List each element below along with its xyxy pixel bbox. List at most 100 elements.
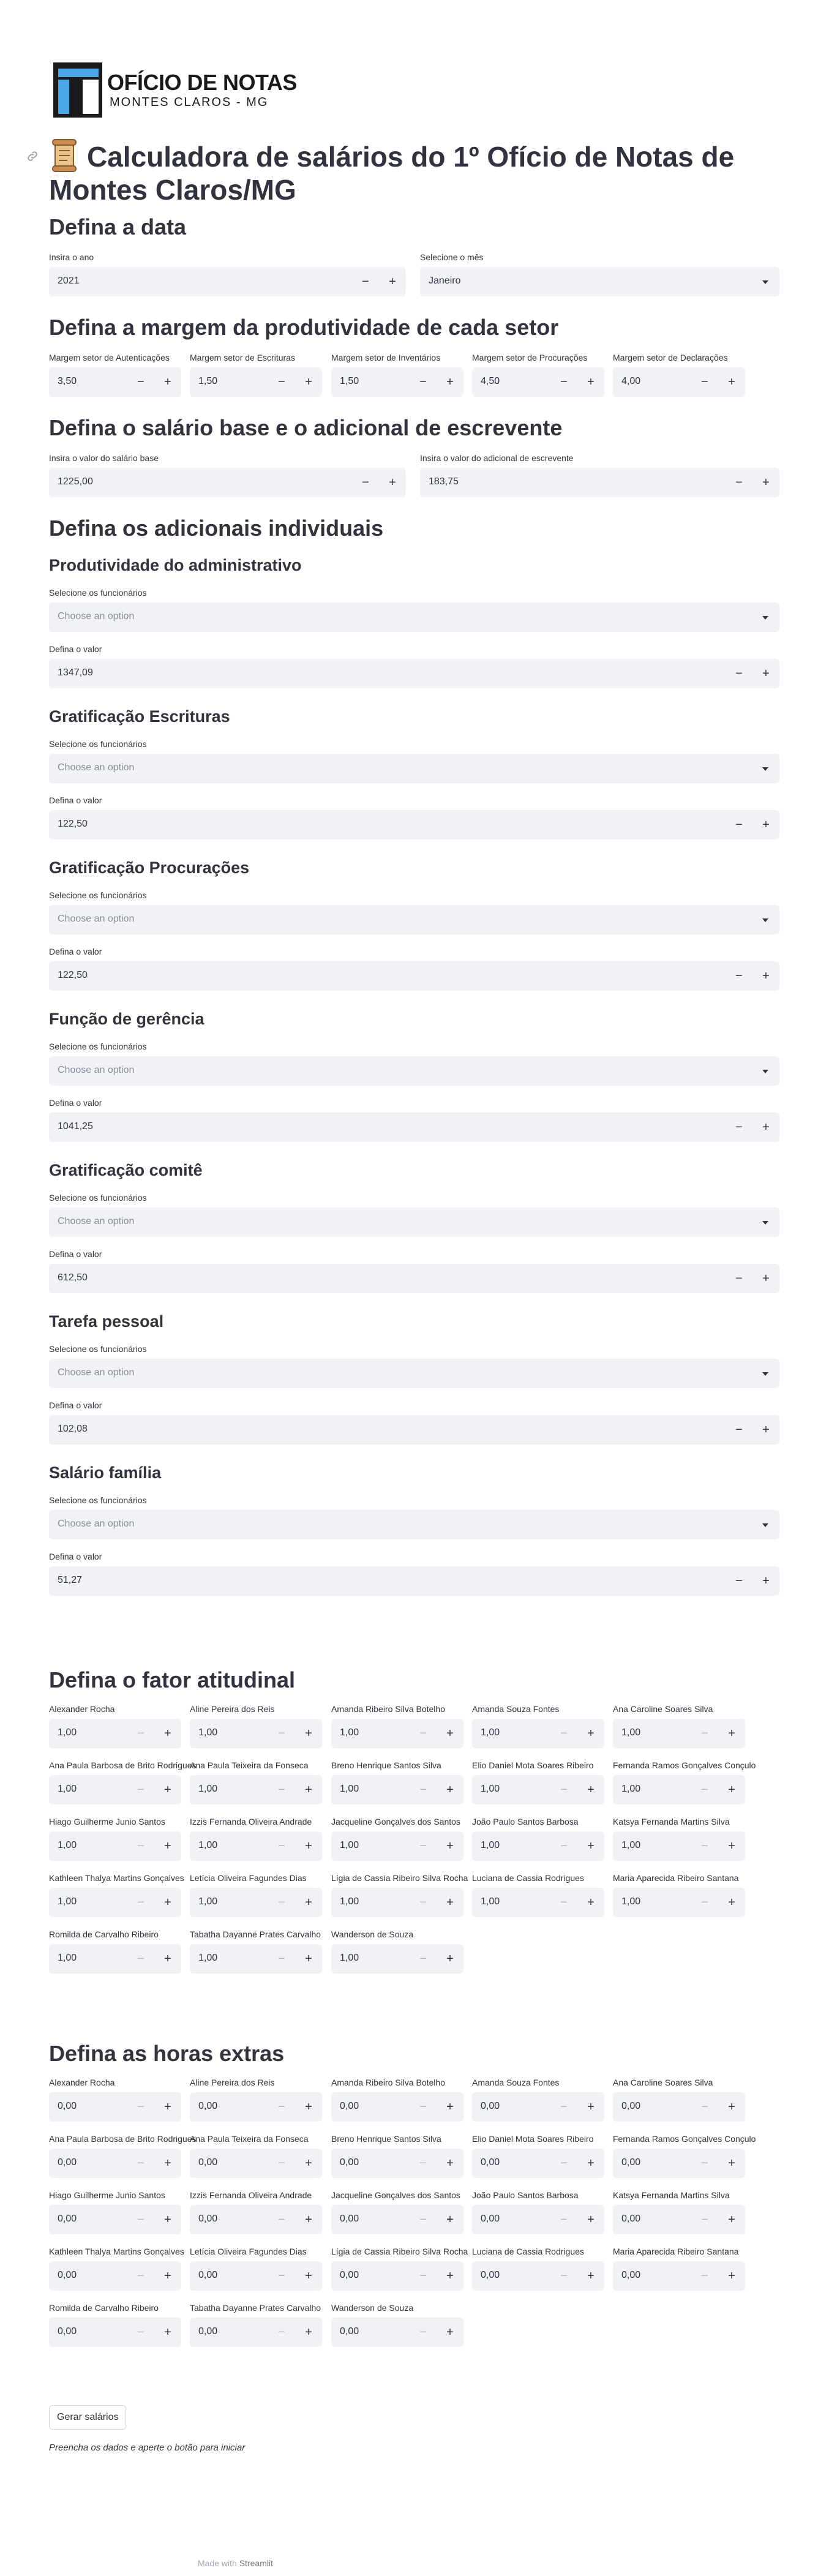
group-value-input[interactable]: 1347,09 − + [49,659,779,688]
overtime-input[interactable]: 0,00 − + [49,2261,181,2291]
overtime-input-increment-button[interactable]: + [577,2149,604,2178]
group-value-input-decrement-button[interactable]: − [726,1566,752,1596]
group-value-input[interactable]: 51,27 − + [49,1566,779,1596]
margin-input-increment-button[interactable]: + [718,367,745,397]
group-value-input-decrement-button[interactable]: − [726,659,752,688]
attitude-input-decrement-button[interactable]: − [550,1888,577,1917]
attitude-input-increment-button[interactable]: + [295,1944,322,1973]
group-value-input[interactable]: 1041,25 − + [49,1113,779,1142]
overtime-input-decrement-button[interactable]: − [691,2261,718,2291]
overtime-input-decrement-button[interactable]: − [550,2149,577,2178]
attitude-input-increment-button[interactable]: + [437,1888,463,1917]
group-value-input-increment-button[interactable]: + [752,1566,779,1596]
overtime-input-decrement-button[interactable]: − [268,2318,295,2347]
overtime-input[interactable]: 0,00 − + [49,2149,181,2178]
overtime-input[interactable]: 0,00 − + [472,2261,604,2291]
attitude-input-increment-button[interactable]: + [295,1719,322,1748]
attitude-input[interactable]: 1,00 − + [190,1831,322,1861]
year-input[interactable]: 2021 − + [49,267,406,296]
group-value-input-increment-button[interactable]: + [752,961,779,991]
attitude-input-increment-button[interactable]: + [295,1888,322,1917]
attitude-input[interactable]: 1,00 − + [472,1775,604,1804]
overtime-input-decrement-button[interactable]: − [550,2205,577,2234]
attitude-input-increment-button[interactable]: + [718,1888,745,1917]
attitude-input[interactable]: 1,00 − + [190,1888,322,1917]
group-value-input-decrement-button[interactable]: − [726,1113,752,1142]
attitude-input-decrement-button[interactable]: − [410,1775,437,1804]
overtime-input[interactable]: 0,00 − + [49,2318,181,2347]
overtime-input[interactable]: 0,00 − + [190,2205,322,2234]
attitude-input[interactable]: 1,00 − + [613,1831,745,1861]
attitude-input-decrement-button[interactable]: − [550,1831,577,1861]
group-value-input[interactable]: 612,50 − + [49,1264,779,1293]
group-value-input[interactable]: 122,50 − + [49,961,779,991]
overtime-input-increment-button[interactable]: + [718,2149,745,2178]
year-increment-button[interactable]: + [379,267,406,296]
attitude-input-decrement-button[interactable]: − [268,1719,295,1748]
margin-input-increment-button[interactable]: + [154,367,181,397]
overtime-input[interactable]: 0,00 − + [331,2205,463,2234]
margin-input[interactable]: 1,50 − + [190,367,322,397]
group-value-input-increment-button[interactable]: + [752,1113,779,1142]
attitude-input-decrement-button[interactable]: − [268,1888,295,1917]
attitude-input[interactable]: 1,00 − + [190,1944,322,1973]
attitude-input-decrement-button[interactable]: − [268,1944,295,1973]
overtime-input-decrement-button[interactable]: − [691,2149,718,2178]
overtime-input[interactable]: 0,00 − + [613,2261,745,2291]
attitude-input-increment-button[interactable]: + [437,1775,463,1804]
margin-input-decrement-button[interactable]: − [127,367,154,397]
overtime-input-decrement-button[interactable]: − [127,2149,154,2178]
attitude-input-decrement-button[interactable]: − [268,1775,295,1804]
attitude-input-increment-button[interactable]: + [577,1831,604,1861]
attitude-input-increment-button[interactable]: + [154,1888,181,1917]
attitude-input-decrement-button[interactable]: − [127,1944,154,1973]
group-value-input-increment-button[interactable]: + [752,1415,779,1444]
overtime-input-increment-button[interactable]: + [154,2205,181,2234]
overtime-input[interactable]: 0,00 − + [472,2149,604,2178]
group-value-input-decrement-button[interactable]: − [726,810,752,839]
attitude-input-increment-button[interactable]: + [718,1831,745,1861]
attitude-input-decrement-button[interactable]: − [127,1831,154,1861]
attitude-input-decrement-button[interactable]: − [410,1719,437,1748]
attitude-input[interactable]: 1,00 − + [49,1719,181,1748]
employees-multiselect[interactable]: Choose an option [49,1056,779,1086]
group-value-input-increment-button[interactable]: + [752,810,779,839]
margin-input[interactable]: 4,00 − + [613,367,745,397]
generate-salaries-button[interactable]: Gerar salários [49,2405,127,2430]
year-decrement-button[interactable]: − [352,267,379,296]
overtime-input[interactable]: 0,00 − + [190,2149,322,2178]
attitude-input[interactable]: 1,00 − + [331,1775,463,1804]
margin-input-decrement-button[interactable]: − [691,367,718,397]
clerk-addition-decrement-button[interactable]: − [726,468,752,497]
overtime-input-decrement-button[interactable]: − [268,2261,295,2291]
overtime-input[interactable]: 0,00 − + [331,2261,463,2291]
overtime-input[interactable]: 0,00 − + [49,2205,181,2234]
attitude-input[interactable]: 1,00 − + [190,1775,322,1804]
group-value-input-decrement-button[interactable]: − [726,1415,752,1444]
overtime-input-decrement-button[interactable]: − [410,2261,437,2291]
attitude-input-increment-button[interactable]: + [154,1719,181,1748]
overtime-input[interactable]: 0,00 − + [190,2318,322,2347]
overtime-input-increment-button[interactable]: + [577,2205,604,2234]
overtime-input-decrement-button[interactable]: − [268,2205,295,2234]
attitude-input[interactable]: 1,00 − + [331,1719,463,1748]
employees-multiselect[interactable]: Choose an option [49,905,779,934]
overtime-input-increment-button[interactable]: + [437,2318,463,2347]
overtime-input-increment-button[interactable]: + [154,2261,181,2291]
attitude-input-decrement-button[interactable]: − [268,1831,295,1861]
attitude-input[interactable]: 1,00 − + [472,1719,604,1748]
overtime-input-decrement-button[interactable]: − [550,2261,577,2291]
attitude-input[interactable]: 1,00 − + [331,1888,463,1917]
margin-input[interactable]: 3,50 − + [49,367,181,397]
attitude-input-increment-button[interactable]: + [295,1831,322,1861]
attitude-input[interactable]: 1,00 − + [613,1775,745,1804]
employees-multiselect[interactable]: Choose an option [49,754,779,783]
attitude-input-decrement-button[interactable]: − [691,1888,718,1917]
attitude-input[interactable]: 1,00 − + [49,1831,181,1861]
margin-input-decrement-button[interactable]: − [268,367,295,397]
attitude-input[interactable]: 1,00 − + [472,1831,604,1861]
overtime-input[interactable]: 0,00 − + [472,2205,604,2234]
base-salary-decrement-button[interactable]: − [352,468,379,497]
attitude-input-increment-button[interactable]: + [437,1831,463,1861]
overtime-input-decrement-button[interactable]: − [410,2205,437,2234]
